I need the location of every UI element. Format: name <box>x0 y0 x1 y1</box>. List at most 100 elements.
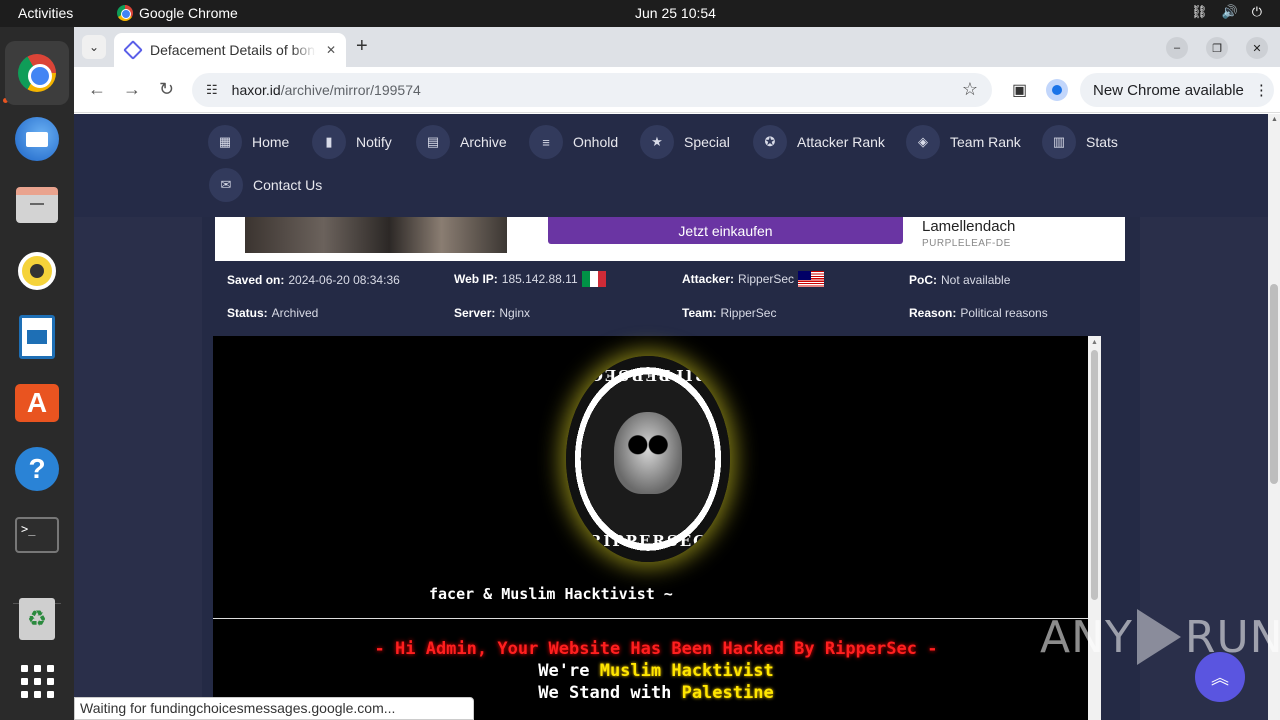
dock-terminal[interactable]: >_ <box>13 511 61 559</box>
nav-special[interactable]: ★ Special <box>640 125 730 159</box>
server-value: Nginx <box>499 306 531 320</box>
shield-star-icon: ★ <box>640 125 674 159</box>
close-tab-icon[interactable]: ✕ <box>326 43 336 57</box>
saved-on-value: 2024-06-20 08:34:36 <box>288 273 400 287</box>
app-menu[interactable]: Google Chrome <box>117 5 238 21</box>
update-label: New Chrome available <box>1093 81 1244 99</box>
mirror-scroll-thumb[interactable] <box>1091 350 1098 600</box>
nav-label: Stats <box>1086 134 1118 150</box>
update-chrome-button[interactable]: New Chrome available ⋮ <box>1080 73 1274 107</box>
thunderbird-icon <box>15 117 59 161</box>
system-top-bar: Activities Google Chrome Jun 25 10:54 ⛓ … <box>0 0 1280 27</box>
web-ip-value: 185.142.88.11 <box>501 272 578 286</box>
maximize-button[interactable]: ❐ <box>1206 37 1228 59</box>
ad-title[interactable]: Lamellendach <box>922 218 1015 235</box>
haxor-favicon-icon <box>123 40 143 60</box>
watermark-left: ANY <box>1040 611 1133 663</box>
rhythmbox-icon <box>18 252 56 290</box>
new-tab-button[interactable]: + <box>356 35 368 58</box>
dock-software[interactable]: A <box>13 379 61 427</box>
hi-admin: Hi Admin, <box>395 639 488 659</box>
app-grid-icon <box>20 664 54 698</box>
identity-highlight: Muslim Hacktivist <box>599 661 774 681</box>
show-apps-button[interactable] <box>13 657 61 705</box>
hacked-message: - Hi Admin, Your Website Has Been Hacked… <box>213 639 1099 659</box>
terminal-icon: >_ <box>15 517 59 553</box>
dock-thunderbird[interactable] <box>13 115 61 163</box>
dock-rhythmbox[interactable] <box>13 247 61 295</box>
system-tray[interactable]: ⛓ 🔊 ⏻ <box>1191 4 1262 20</box>
server-label: Server: <box>454 306 496 320</box>
tab-strip: ⌄ Defacement Details of bondahub.com ✕ +… <box>74 27 1280 67</box>
reason-value: Political reasons <box>960 306 1048 320</box>
nav-contact[interactable]: ✉ Contact Us <box>209 168 322 202</box>
ad-sponsor: PURPLELEAF-DE <box>922 238 1011 249</box>
side-panel-icon[interactable]: ▣ <box>1012 80 1027 100</box>
page-scroll-thumb[interactable] <box>1270 284 1278 484</box>
team-value[interactable]: RipperSec <box>720 306 776 320</box>
site-navbar: ▦ Home ▮ Notify ▤ Archive ≡ Onhold ★ Special … <box>74 114 1268 217</box>
kebab-menu-icon[interactable]: ⋮ <box>1254 81 1269 99</box>
url-text[interactable]: haxor.id/archive/mirror/199574 <box>232 82 421 98</box>
ad-cta-button[interactable]: Jetzt einkaufen <box>548 217 903 244</box>
power-icon[interactable]: ⏻ <box>1252 4 1262 20</box>
archive-icon: ▤ <box>416 125 450 159</box>
rippersec-logo: RIPPERSEC RIPPERSEC <box>566 356 730 562</box>
tab-active[interactable]: Defacement Details of bondahub.com ✕ <box>114 33 346 67</box>
dock-files[interactable] <box>13 181 61 229</box>
bookmark-star-icon[interactable]: ☆ <box>962 79 978 100</box>
software-store-icon: A <box>15 384 59 422</box>
forward-button[interactable]: → <box>123 79 141 100</box>
attacker-label: Attacker: <box>682 272 735 286</box>
network-icon[interactable]: ⛓ <box>1191 4 1208 20</box>
scroll-up-icon[interactable]: ▲ <box>1271 116 1278 123</box>
poc-value: Not available <box>941 273 1011 287</box>
reason-info: Reason: Political reasons <box>909 306 1048 320</box>
nav-notify[interactable]: ▮ Notify <box>312 125 392 159</box>
nav-onhold[interactable]: ≡ Onhold <box>529 125 618 159</box>
italy-flag-icon <box>581 271 606 287</box>
activities-button[interactable]: Activities <box>18 5 73 21</box>
anyrun-watermark: ANY RUN <box>1040 609 1280 665</box>
minimize-button[interactable]: – <box>1166 37 1188 59</box>
chevron-down-icon: ⌄ <box>88 40 100 54</box>
status-value: Archived <box>271 306 319 320</box>
play-icon <box>1136 609 1181 665</box>
site-info-icon[interactable]: ☷ <box>206 82 218 98</box>
nav-attacker-rank[interactable]: ✪ Attacker Rank <box>753 125 885 159</box>
reload-button[interactable]: ↻ <box>159 79 174 100</box>
app-name: Google Chrome <box>139 5 238 21</box>
volume-icon[interactable]: 🔊 <box>1222 4 1238 20</box>
ad-image[interactable] <box>245 217 507 253</box>
dock-help[interactable]: ? <box>13 445 61 493</box>
dock-writer[interactable] <box>13 313 61 361</box>
dock-trash[interactable]: ♻ <box>13 595 61 643</box>
nav-label: Contact Us <box>253 177 323 193</box>
dock-chrome[interactable] <box>5 41 69 105</box>
scroll-to-top-button[interactable]: ︽ <box>1195 652 1245 702</box>
nav-team-rank[interactable]: ◈ Team Rank <box>906 125 1021 159</box>
close-window-button[interactable]: ✕ <box>1246 37 1268 59</box>
nav-archive[interactable]: ▤ Archive <box>416 125 507 159</box>
profile-avatar[interactable] <box>1046 79 1068 101</box>
nav-label: Home <box>252 134 290 150</box>
tab-search-button[interactable]: ⌄ <box>82 35 106 59</box>
address-bar[interactable]: ☷ haxor.id/archive/mirror/199574 ☆ <box>192 73 992 107</box>
files-icon <box>16 187 58 223</box>
malaysia-flag-icon <box>798 271 825 287</box>
writer-icon <box>19 315 55 359</box>
attacker-value[interactable]: RipperSec <box>738 272 794 286</box>
nav-home[interactable]: ▦ Home <box>208 125 289 159</box>
back-button[interactable]: ← <box>88 79 106 100</box>
logo-text-bottom: RIPPERSEC <box>588 532 708 550</box>
award-icon: ✪ <box>753 125 787 159</box>
ad-banner[interactable]: Jetzt einkaufen Lamellendach PURPLELEAF-… <box>215 217 1125 261</box>
mirror-frame[interactable]: RIPPERSEC RIPPERSEC facer & Muslim Hackt… <box>213 336 1099 720</box>
skull-icon <box>614 412 682 494</box>
nav-stats[interactable]: ▥ Stats <box>1042 125 1118 159</box>
clock[interactable]: Jun 25 10:54 <box>635 5 716 21</box>
identity-line: We're Muslim Hacktivist <box>213 661 1099 681</box>
divider <box>213 618 1099 619</box>
status-bubble: Waiting for fundingchoicesmessages.googl… <box>74 697 474 720</box>
scroll-up-icon[interactable]: ▲ <box>1091 339 1098 346</box>
